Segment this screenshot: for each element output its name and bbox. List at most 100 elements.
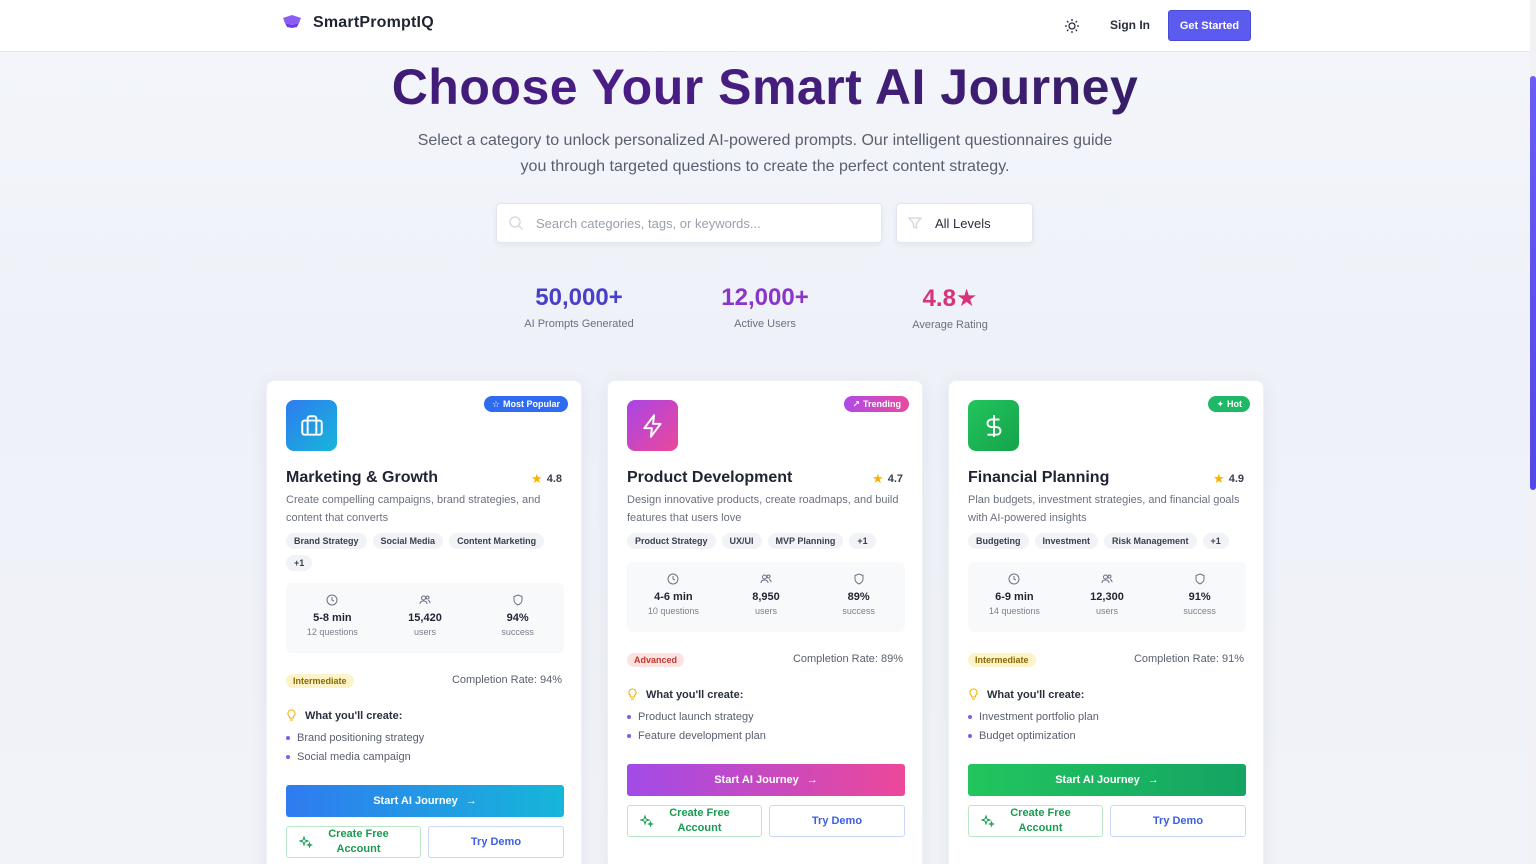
arrow-right-icon: → bbox=[1147, 774, 1159, 786]
users-icon bbox=[419, 595, 431, 605]
card-description: Create compelling campaigns, brand strat… bbox=[286, 494, 541, 524]
lightbulb-icon bbox=[969, 688, 978, 700]
stat-users: 12,000+ Active Users bbox=[690, 284, 840, 330]
tag[interactable]: Product Strategy bbox=[627, 533, 716, 549]
sparkles-icon bbox=[299, 835, 313, 849]
metric-time: 4-6 min 10 questions bbox=[627, 562, 720, 632]
clock-icon bbox=[1008, 573, 1020, 585]
difficulty-badge: Advanced bbox=[627, 653, 685, 667]
button-label: Create Free Account bbox=[669, 807, 730, 834]
list-item-text: Product launch strategy bbox=[638, 711, 754, 723]
difficulty-badge: Intermediate bbox=[286, 674, 354, 688]
tag[interactable]: Budgeting bbox=[968, 533, 1029, 549]
sign-in-link[interactable]: Sign In bbox=[1110, 18, 1150, 32]
list-item: Brand positioning strategy bbox=[286, 732, 424, 744]
card-rating: ★ 4.8 bbox=[531, 471, 562, 487]
create-free-account-button[interactable]: Create Free Account bbox=[968, 805, 1103, 837]
create-free-account-button[interactable]: Create Free Account bbox=[627, 805, 762, 837]
metric-sub: success bbox=[501, 627, 534, 637]
users-icon bbox=[1101, 574, 1113, 584]
completion-rate: Completion Rate: 89% bbox=[792, 653, 903, 665]
tag-more[interactable]: +1 bbox=[849, 533, 876, 549]
scrollbar-thumb[interactable] bbox=[1530, 76, 1536, 490]
metric-value: 4-6 min bbox=[654, 591, 693, 603]
card-metrics: 4-6 min 10 questions 8,950 users 89% suc… bbox=[627, 562, 905, 632]
metric-value: 8,950 bbox=[752, 591, 780, 603]
metric-time: 5-8 min 12 questions bbox=[286, 583, 379, 653]
users-icon bbox=[760, 574, 772, 584]
tag[interactable]: Risk Management bbox=[1104, 533, 1197, 549]
get-started-button[interactable]: Get Started bbox=[1168, 10, 1251, 41]
category-icon bbox=[968, 400, 1019, 451]
tag[interactable]: UX/UI bbox=[721, 533, 762, 549]
bullet-dot bbox=[286, 755, 290, 759]
tag[interactable]: Investment bbox=[1034, 533, 1099, 549]
try-demo-button[interactable]: Try Demo bbox=[428, 826, 564, 858]
metric-success: 89% success bbox=[812, 562, 905, 632]
bullet-dot bbox=[968, 734, 972, 738]
tag[interactable]: Social Media bbox=[372, 533, 444, 549]
search-input[interactable] bbox=[536, 215, 866, 231]
tag-list: Brand Strategy Social Media Content Mark… bbox=[286, 533, 571, 571]
filter-icon bbox=[907, 217, 923, 230]
bullet-dot bbox=[627, 715, 631, 719]
stat-label: AI Prompts Generated bbox=[524, 318, 634, 330]
metric-users: 15,420 users bbox=[379, 583, 472, 653]
briefcase-icon bbox=[300, 414, 323, 436]
list-item: Investment portfolio plan bbox=[968, 711, 1099, 723]
list-item: Product launch strategy bbox=[627, 711, 754, 723]
tag-more[interactable]: +1 bbox=[286, 555, 313, 571]
search-box[interactable] bbox=[496, 203, 882, 243]
list-item-text: Budget optimization bbox=[979, 730, 1076, 742]
sparkles-icon bbox=[640, 814, 654, 828]
what-you-create-heading: What you'll create: bbox=[286, 709, 402, 722]
category-card-product[interactable]: ↗ Trending Product Development ★ 4.7 Desig… bbox=[607, 380, 923, 864]
metric-value: 91% bbox=[1188, 591, 1211, 603]
start-journey-button[interactable]: Start AI Journey → bbox=[627, 764, 905, 796]
button-label: Create Free Account bbox=[328, 828, 389, 855]
card-metrics: 6-9 min 14 questions 12,300 users 91% su… bbox=[968, 562, 1246, 632]
heading-label: What you'll create: bbox=[987, 688, 1085, 701]
tag-more[interactable]: +1 bbox=[1202, 533, 1229, 549]
brand-name: SmartPromptIQ bbox=[313, 14, 434, 31]
metric-users: 12,300 users bbox=[1061, 562, 1154, 632]
list-item-text: Feature development plan bbox=[638, 730, 766, 742]
completion-rate: Completion Rate: 94% bbox=[451, 674, 562, 686]
brand-logo[interactable]: SmartPromptIQ bbox=[281, 14, 434, 32]
button-label: Start AI Journey bbox=[1055, 774, 1140, 786]
list-item: Feature development plan bbox=[627, 730, 766, 742]
bullet-dot bbox=[968, 715, 972, 719]
clock-icon bbox=[326, 594, 338, 606]
tag[interactable]: Content Marketing bbox=[449, 533, 545, 549]
tag-list: Budgeting Investment Risk Management +1 bbox=[968, 533, 1253, 549]
shield-icon bbox=[1195, 573, 1205, 585]
metric-sub: 10 questions bbox=[647, 606, 699, 616]
level-filter-select[interactable]: All Levels bbox=[896, 203, 1033, 243]
star-icon: ★ bbox=[872, 471, 884, 486]
star-outline-icon: ☆ bbox=[491, 398, 500, 409]
stat-value: 4.8★ bbox=[922, 285, 978, 312]
sparkle-icon: ✦ bbox=[1216, 398, 1224, 409]
button-label: Create Free Account bbox=[1010, 807, 1071, 834]
metric-value: 12,300 bbox=[1090, 591, 1124, 603]
star-icon: ★ bbox=[531, 471, 543, 486]
start-journey-button[interactable]: Start AI Journey → bbox=[968, 764, 1246, 796]
try-demo-button[interactable]: Try Demo bbox=[1110, 805, 1246, 837]
sparkles-icon bbox=[981, 814, 995, 828]
heading-label: What you'll create: bbox=[646, 688, 744, 701]
rating-value: 4.8 bbox=[546, 473, 562, 485]
tag[interactable]: MVP Planning bbox=[767, 533, 844, 549]
list-item-text: Social media campaign bbox=[297, 751, 411, 763]
metric-value: 5-8 min bbox=[313, 612, 352, 624]
category-icon bbox=[286, 400, 337, 451]
stat-rating: 4.8★ Average Rating bbox=[875, 284, 1025, 331]
category-card-financial[interactable]: ✦ Hot Financial Planning ★ 4.9 Plan budget… bbox=[948, 380, 1264, 864]
card-description: Design innovative products, create roadm… bbox=[627, 494, 899, 524]
start-journey-button[interactable]: Start AI Journey → bbox=[286, 785, 564, 817]
create-free-account-button[interactable]: Create Free Account bbox=[286, 826, 421, 858]
theme-toggle-button[interactable] bbox=[1061, 15, 1083, 37]
category-card-marketing[interactable]: ☆ Most Popular Marketing & Growth ★ 4.8 Cr… bbox=[266, 380, 582, 864]
button-label: Start AI Journey bbox=[714, 774, 799, 786]
try-demo-button[interactable]: Try Demo bbox=[769, 805, 905, 837]
tag[interactable]: Brand Strategy bbox=[286, 533, 367, 549]
